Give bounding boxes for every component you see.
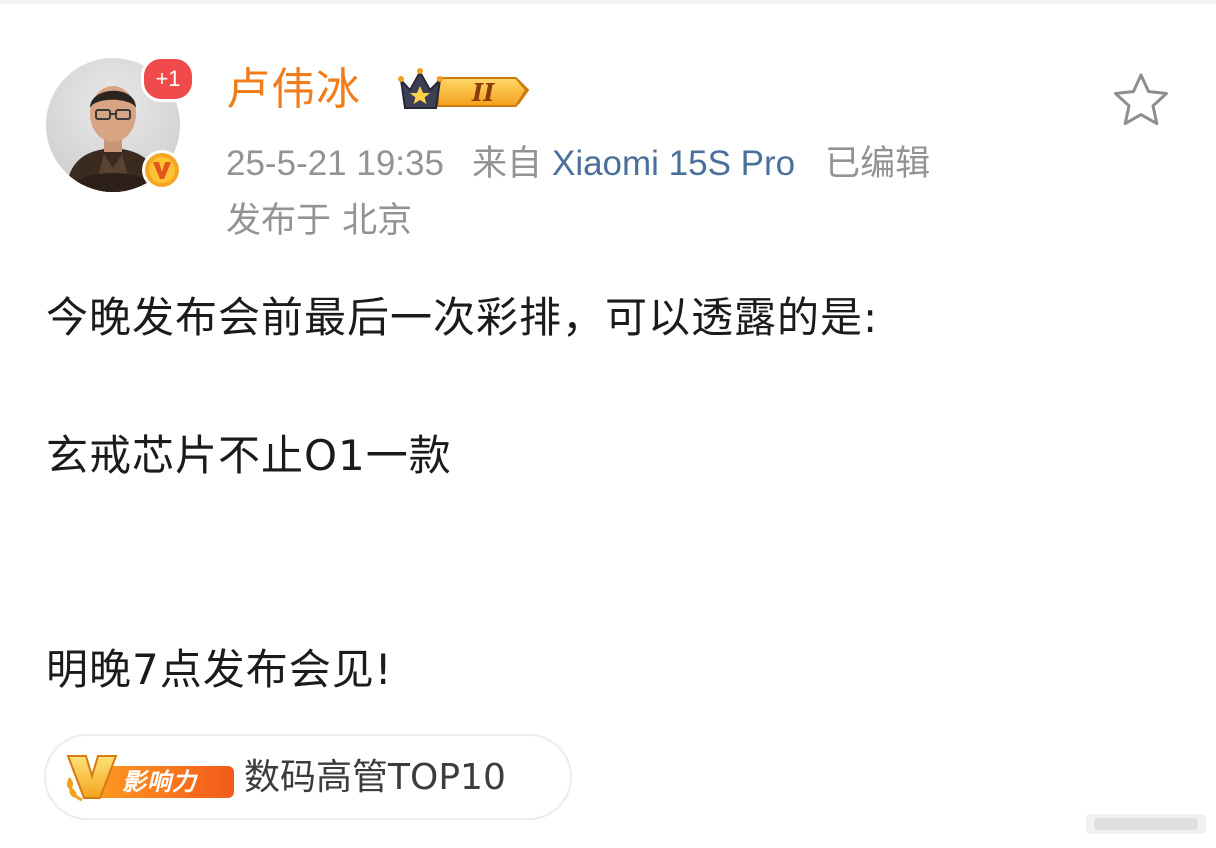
post-location: 发布于 北京 xyxy=(226,201,413,241)
influence-badge: 影响力 xyxy=(64,754,234,808)
post-text-line-2: 玄戒芯片不止O1一款 xyxy=(46,431,452,480)
edited-label[interactable]: 已编辑 xyxy=(825,141,930,187)
source-label: 来自 xyxy=(471,144,542,184)
star-outline-icon[interactable] xyxy=(1112,72,1170,132)
verified-v-icon xyxy=(140,148,184,196)
svg-text:II: II xyxy=(471,78,495,107)
author-avatar[interactable]: +1 xyxy=(46,56,195,196)
influence-tag-label: 数码高管TOP10 xyxy=(244,757,506,798)
post-meta: 25-5-21 19:35 来自 Xiaomi 15S Pro 已编辑 xyxy=(226,141,930,187)
post-text-line-1: 今晚发布会前最后一次彩排，可以透露的是: xyxy=(46,293,879,342)
influence-badge-text: 影响力 xyxy=(122,768,197,796)
notification-badge: +1 xyxy=(141,56,195,102)
weibo-post-card: +1 卢伟冰 II 25-5-21 19:35 来自 Xiaomi 15S Pr… xyxy=(0,0,1216,848)
post-text-line-3: 明晚7点发布会见! xyxy=(46,645,393,694)
source-device-link[interactable]: Xiaomi 15S Pro xyxy=(552,141,795,187)
author-name[interactable]: 卢伟冰 xyxy=(226,62,361,118)
watermark xyxy=(1086,808,1206,842)
crown-icon[interactable]: II xyxy=(398,66,530,118)
influence-tag[interactable]: 影响力 数码高管TOP10 xyxy=(44,734,572,820)
top-divider xyxy=(0,0,1216,4)
post-time: 25-5-21 19:35 xyxy=(226,144,444,183)
